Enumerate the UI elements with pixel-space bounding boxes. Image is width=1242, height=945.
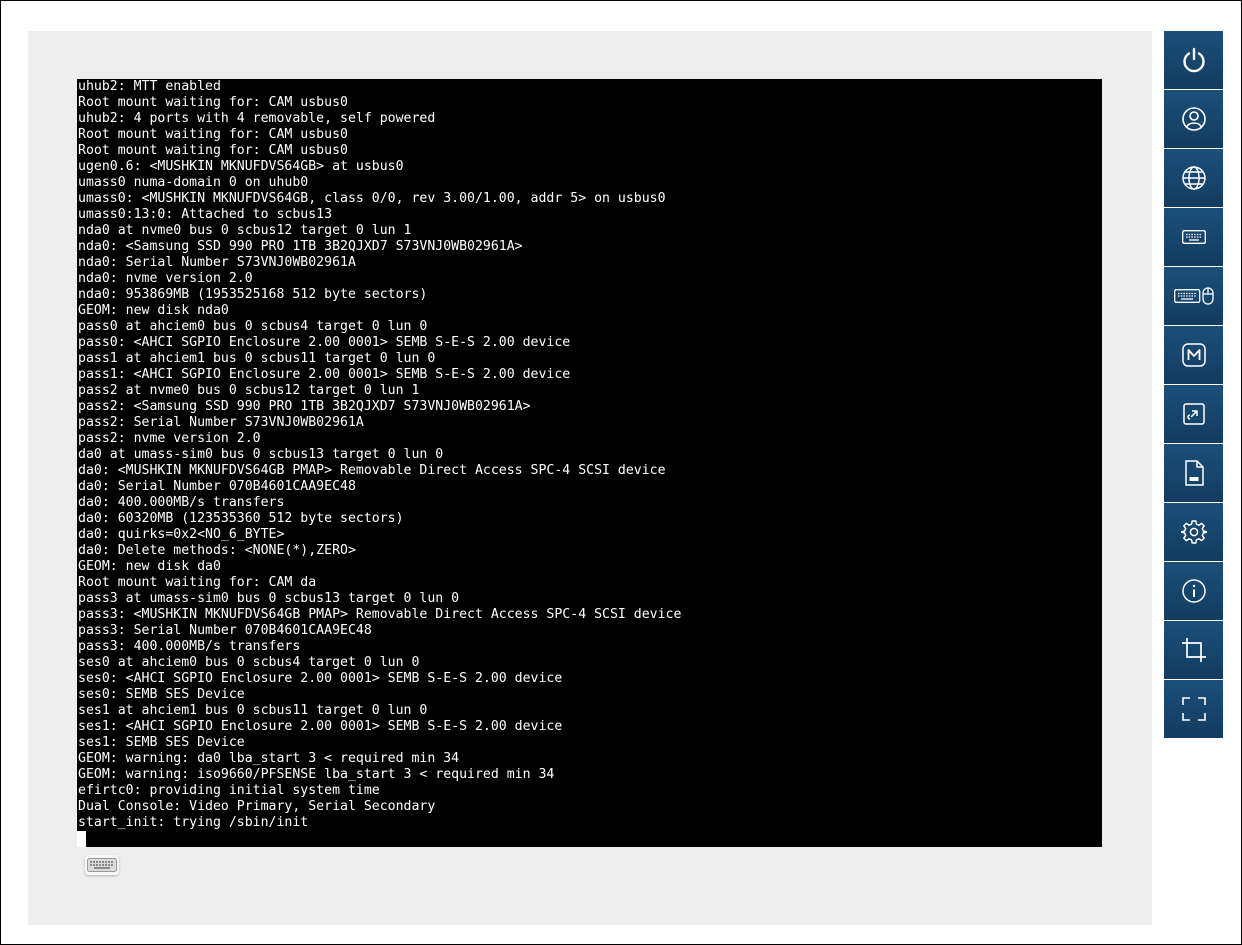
console-line: GEOM: new disk nda0 bbox=[78, 303, 229, 318]
console-output: uhub2: MTT enabled Root mount waiting for… bbox=[77, 79, 1102, 831]
virtual-keyboard-toggle-button[interactable] bbox=[85, 855, 119, 875]
console-line: nda0 at nvme0 bus 0 scbus12 target 0 lun… bbox=[78, 223, 412, 238]
console-line: pass3: Serial Number 070B4601CAA9EC48 bbox=[78, 623, 372, 638]
console-line: ses1: SEMB SES Device bbox=[78, 735, 245, 750]
console-line: GEOM: new disk da0 bbox=[78, 559, 221, 574]
console-line: pass3: 400.000MB/s transfers bbox=[78, 639, 301, 654]
console-line: da0: quirks=0x2<NO_6_BYTE> bbox=[78, 527, 285, 542]
fullscreen-icon bbox=[1181, 697, 1206, 721]
launch-button[interactable] bbox=[1164, 385, 1223, 443]
console-line: ses0: SEMB SES Device bbox=[78, 687, 245, 702]
console-line: ses0 at ahciem0 bus 0 scbus4 target 0 lu… bbox=[78, 655, 420, 670]
console-line: GEOM: warning: iso9660/PFSENSE lba_start… bbox=[78, 767, 555, 782]
user-button[interactable] bbox=[1164, 90, 1223, 148]
console-line: GEOM: warning: da0 lba_start 3 < require… bbox=[78, 751, 460, 766]
keyboard-mouse-button[interactable] bbox=[1164, 267, 1223, 325]
remote-console-screen[interactable]: uhub2: MTT enabled Root mount waiting for… bbox=[77, 79, 1102, 847]
console-line: Root mount waiting for: CAM usbus0 bbox=[78, 95, 348, 110]
console-line: da0 at umass-sim0 bus 0 scbus13 target 0… bbox=[78, 447, 444, 462]
console-line: pass2: nvme version 2.0 bbox=[78, 431, 261, 446]
info-button[interactable] bbox=[1164, 562, 1223, 620]
console-line: Root mount waiting for: CAM da bbox=[78, 575, 317, 590]
crop-button[interactable] bbox=[1164, 621, 1223, 679]
console-line: pass2 at nvme0 bus 0 scbus12 target 0 lu… bbox=[78, 383, 420, 398]
power-button[interactable] bbox=[1164, 31, 1223, 89]
console-cursor bbox=[77, 831, 86, 847]
console-line: start_init: trying /sbin/init bbox=[78, 815, 309, 830]
info-icon bbox=[1181, 579, 1206, 603]
console-line: Dual Console: Video Primary, Serial Seco… bbox=[78, 799, 436, 814]
console-line: nda0: 953869MB (1953525168 512 byte sect… bbox=[78, 287, 428, 302]
console-line: pass0 at ahciem0 bus 0 scbus4 target 0 l… bbox=[78, 319, 428, 334]
keyboard-button[interactable] bbox=[1164, 208, 1223, 266]
keyboard-mouse-icon bbox=[1173, 287, 1214, 305]
fullscreen-button[interactable] bbox=[1164, 680, 1223, 738]
macro-icon bbox=[1181, 343, 1206, 367]
console-line: ugen0.6: <MUSHKIN MKNUFDVS64GB> at usbus… bbox=[78, 159, 404, 174]
console-line: ses1 at ahciem1 bus 0 scbus11 target 0 l… bbox=[78, 703, 428, 718]
console-line: nda0: <Samsung SSD 990 PRO 1TB 3B2QJXD7 … bbox=[78, 239, 523, 254]
console-line: uhub2: MTT enabled bbox=[78, 79, 221, 94]
console-line: uhub2: 4 ports with 4 removable, self po… bbox=[78, 111, 436, 126]
console-line: nda0: nvme version 2.0 bbox=[78, 271, 253, 286]
settings-button[interactable] bbox=[1164, 503, 1223, 561]
globe-icon bbox=[1181, 166, 1206, 190]
launch-icon bbox=[1182, 403, 1205, 425]
console-line: efirtc0: providing initial system time bbox=[78, 783, 380, 798]
console-line: pass1: <AHCI SGPIO Enclosure 2.00 0001> … bbox=[78, 367, 571, 382]
console-line: ses1: <AHCI SGPIO Enclosure 2.00 0001> S… bbox=[78, 719, 563, 734]
console-line: pass3: <MUSHKIN MKNUFDVS64GB PMAP> Remov… bbox=[78, 607, 682, 622]
kvm-toolbar bbox=[1164, 31, 1223, 739]
console-line: umass0 numa-domain 0 on uhub0 bbox=[78, 175, 309, 190]
console-line: pass2: Serial Number S73VNJ0WB02961A bbox=[78, 415, 364, 430]
console-line: pass2: <Samsung SSD 990 PRO 1TB 3B2QJXD7… bbox=[78, 399, 531, 414]
console-line: pass3 at umass-sim0 bus 0 scbus13 target… bbox=[78, 591, 460, 606]
console-line: umass0:13:0: Attached to scbus13 bbox=[78, 207, 333, 222]
console-line: pass0: <AHCI SGPIO Enclosure 2.00 0001> … bbox=[78, 335, 571, 350]
macro-button[interactable] bbox=[1164, 326, 1223, 384]
console-line: da0: Delete methods: <NONE(*),ZERO> bbox=[78, 543, 356, 558]
keyboard-icon bbox=[87, 858, 117, 872]
console-line: Root mount waiting for: CAM usbus0 bbox=[78, 143, 348, 158]
language-button[interactable] bbox=[1164, 149, 1223, 207]
console-line: da0: 60320MB (123535360 512 byte sectors… bbox=[78, 511, 404, 526]
gear-icon bbox=[1180, 520, 1207, 544]
console-line: da0: <MUSHKIN MKNUFDVS64GB PMAP> Removab… bbox=[78, 463, 666, 478]
power-icon bbox=[1182, 47, 1205, 73]
crop-icon bbox=[1181, 638, 1206, 662]
app-frame: uhub2: MTT enabled Root mount waiting for… bbox=[0, 0, 1242, 945]
console-line: umass0: <MUSHKIN MKNUFDVS64GB, class 0/0… bbox=[78, 191, 666, 206]
user-icon bbox=[1181, 107, 1206, 131]
keyboard-icon bbox=[1181, 230, 1206, 244]
console-line: Root mount waiting for: CAM usbus0 bbox=[78, 127, 348, 142]
console-line: pass1 at ahciem1 bus 0 scbus11 target 0 … bbox=[78, 351, 436, 366]
console-line: ses0: <AHCI SGPIO Enclosure 2.00 0001> S… bbox=[78, 671, 563, 686]
console-line: da0: 400.000MB/s transfers bbox=[78, 495, 285, 510]
iso-mount-button[interactable] bbox=[1164, 444, 1223, 502]
console-line: nda0: Serial Number S73VNJ0WB02961A bbox=[78, 255, 356, 270]
iso-file-icon bbox=[1184, 460, 1204, 486]
console-line: da0: Serial Number 070B4601CAA9EC48 bbox=[78, 479, 356, 494]
